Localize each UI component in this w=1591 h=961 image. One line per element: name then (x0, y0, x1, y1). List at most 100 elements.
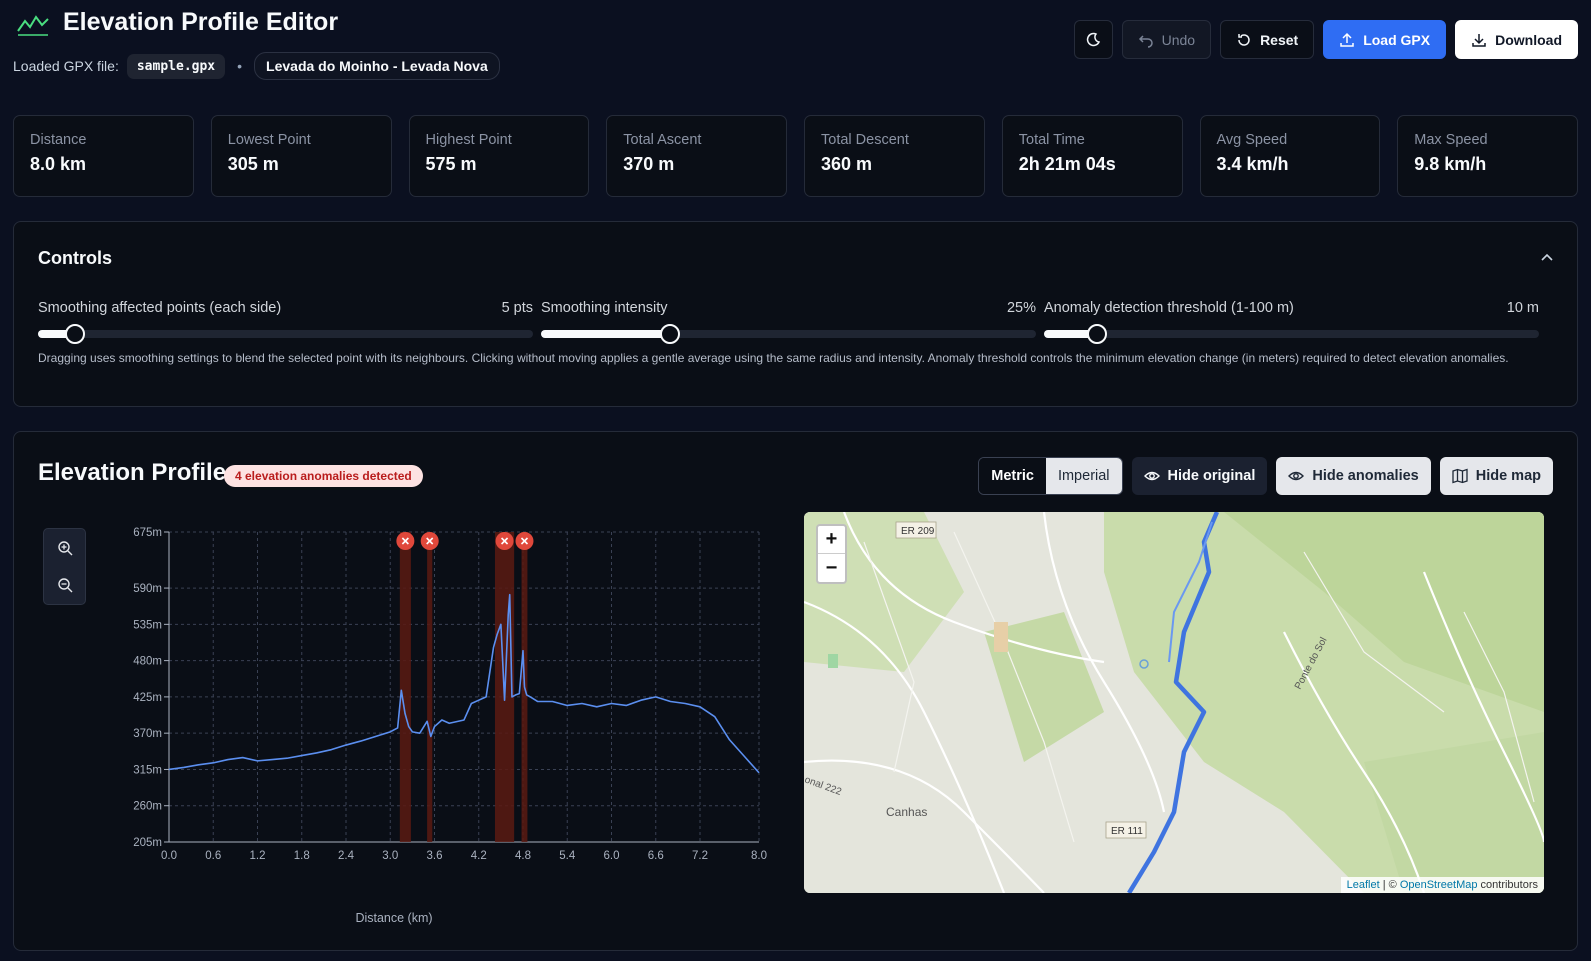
title-row: Elevation Profile Editor (17, 8, 338, 37)
file-row: Loaded GPX file: sample.gpx • Levada do … (13, 52, 500, 80)
metric-button[interactable]: Metric (979, 458, 1046, 494)
unit-toggle: Metric Imperial (978, 457, 1123, 495)
y-tick-label: 315m (133, 764, 162, 776)
zoom-in-icon[interactable] (57, 540, 73, 556)
slider-value: 25% (1006, 300, 1036, 316)
undo-button[interactable]: Undo (1121, 20, 1212, 59)
slider-value: 10 m (1506, 300, 1539, 316)
map-label-canhas: Canhas (886, 805, 927, 819)
map-label-er111: ER 111 (1111, 826, 1143, 837)
y-tick-label: 260m (133, 801, 162, 813)
y-tick-label: 590m (133, 583, 162, 595)
stat-value: 3.4 km/h (1216, 154, 1289, 174)
x-axis-label: Distance (km) (355, 911, 432, 925)
chevron-up-icon[interactable] (1539, 250, 1555, 266)
smoothing-points-slider[interactable] (38, 324, 533, 344)
file-label: Loaded GPX file: (13, 58, 119, 74)
route-map[interactable]: ER 209 ER 111 Canhas Ponte do Sol onal 2… (804, 512, 1544, 893)
map-label-er209: ER 209 (901, 526, 935, 537)
x-tick-label: 7.2 (692, 850, 708, 862)
map-icon (1452, 468, 1468, 484)
y-tick-label: 425m (133, 692, 162, 704)
hide-map-button[interactable]: Hide map (1439, 457, 1553, 495)
moon-icon (1086, 32, 1101, 46)
stat-value: 575 m (425, 154, 477, 174)
map-zoom-out-button[interactable]: − (818, 554, 845, 582)
profile-title: Elevation Profile (38, 459, 227, 486)
controls-panel: Controls Smoothing affected points (each… (13, 221, 1578, 407)
profile-tools: Metric Imperial Hide original Hide anoma… (978, 457, 1553, 495)
reset-icon (1238, 33, 1250, 46)
elevation-chart[interactable]: 0.0 0.6 1.2 1.8 2.4 3.0 3.6 4.2 4.8 5.4 6.0 6.6 7.2 8… (94, 512, 794, 932)
undo-label: Undo (1161, 31, 1196, 48)
smoothing-intensity-slider[interactable] (541, 324, 1036, 344)
download-label: Download (1495, 31, 1562, 48)
attribution-tail: contributors (1477, 879, 1538, 891)
download-button[interactable]: Download (1455, 20, 1578, 59)
stat-lowest-point: Lowest Point 305 m (210, 115, 392, 197)
load-gpx-button[interactable]: Load GPX (1323, 20, 1447, 59)
anomaly-band (399, 532, 411, 842)
anomaly-band (427, 532, 433, 842)
stat-highest-point: Highest Point 575 m (408, 115, 590, 197)
x-tick-label: 0.0 (161, 850, 177, 862)
imperial-button[interactable]: Imperial (1045, 458, 1122, 494)
hide-anomalies-label: Hide anomalies (1312, 468, 1419, 484)
stat-label: Highest Point (425, 132, 512, 148)
stat-total-descent: Total Descent 360 m (804, 115, 985, 197)
file-name-chip: sample.gpx (126, 53, 226, 79)
undo-icon (1138, 34, 1153, 48)
stat-value: 9.8 km/h (1414, 154, 1487, 174)
y-tick-label: 205m (133, 837, 162, 849)
stat-label: Max Speed (1414, 132, 1488, 148)
x-tick-label: 1.8 (294, 850, 310, 862)
y-tick-label: 370m (133, 728, 162, 740)
anomaly-threshold-slider-group: Anomaly detection threshold (1-100 m) 10 … (1044, 300, 1539, 344)
slider-thumb[interactable] (65, 324, 86, 344)
smoothing-points-slider-group: Smoothing affected points (each side) 5 p… (38, 300, 533, 344)
y-tick-label: 535m (133, 619, 162, 631)
slider-label: Smoothing affected points (each side) (38, 300, 282, 316)
download-icon (1472, 33, 1486, 47)
toolbar: Undo Reset Load GPX Download (1073, 20, 1578, 59)
stat-total-ascent: Total Ascent 370 m (606, 115, 787, 197)
zoom-out-icon[interactable] (57, 577, 73, 593)
x-tick-label: 5.4 (559, 850, 576, 862)
slider-thumb[interactable] (659, 324, 680, 344)
slider-thumb[interactable] (1087, 324, 1108, 344)
hide-original-button[interactable]: Hide original (1131, 457, 1268, 495)
stat-value: 305 m (227, 154, 279, 174)
x-tick-label: 6.0 (604, 850, 620, 862)
reset-button[interactable]: Reset (1220, 20, 1315, 59)
controls-title: Controls (38, 248, 112, 268)
hide-map-label: Hide map (1475, 468, 1541, 484)
stat-label: Lowest Point (227, 132, 311, 148)
eye-icon (1288, 471, 1305, 481)
map-zoom-in-button[interactable]: + (818, 526, 845, 554)
slider-label: Anomaly detection threshold (1-100 m) (1044, 300, 1294, 316)
y-tick-label: 675m (133, 527, 162, 539)
map-zoom-controls: + − (816, 524, 847, 584)
anomaly-badge: 4 elevation anomalies detected (224, 465, 423, 487)
slider-value: 5 pts (501, 300, 533, 316)
leaflet-link[interactable]: Leaflet (1347, 879, 1380, 891)
osm-link[interactable]: OpenStreetMap (1400, 879, 1478, 891)
track-name-chip: Levada do Moinho - Levada Nova (254, 52, 500, 80)
stat-label: Total Descent (821, 132, 909, 148)
anomaly-threshold-slider[interactable] (1044, 324, 1539, 344)
x-tick-label: 3.6 (427, 850, 443, 862)
stat-label: Total Time (1018, 132, 1085, 148)
stat-value: 2h 21m 04s (1018, 154, 1116, 174)
chart-zoom-controls (43, 528, 86, 605)
x-tick-label: 6.6 (648, 850, 664, 862)
upload-icon (1340, 32, 1354, 47)
stat-label: Total Ascent (623, 132, 702, 148)
theme-toggle-button[interactable] (1073, 20, 1113, 59)
controls-help-text: Dragging uses smoothing settings to blen… (38, 351, 1509, 365)
x-tick-label: 4.2 (471, 850, 487, 862)
map-attribution: Leaflet | © OpenStreetMap contributors (1340, 877, 1544, 893)
map-tiles: ER 209 ER 111 Canhas Ponte do Sol onal 2… (804, 512, 1544, 893)
stats-row: Distance 8.0 km Lowest Point 305 m Highest… (13, 115, 1578, 197)
stat-distance: Distance 8.0 km (13, 115, 194, 197)
hide-anomalies-button[interactable]: Hide anomalies (1276, 457, 1431, 495)
